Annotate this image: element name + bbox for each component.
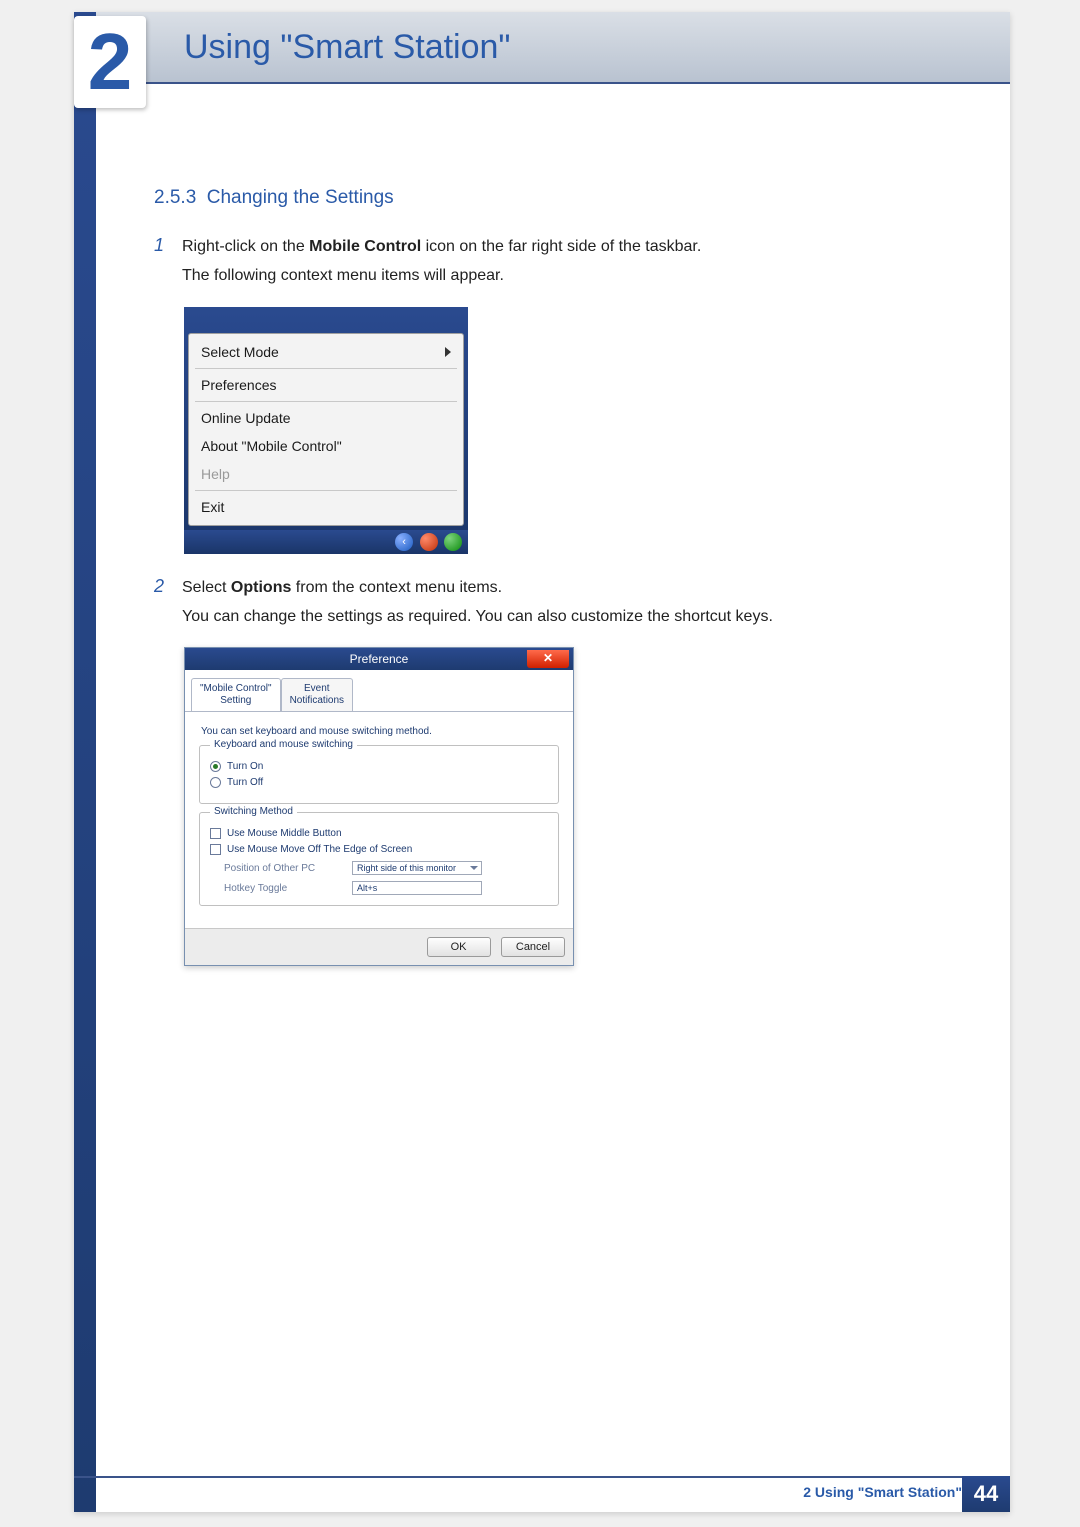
radio-turn-off[interactable]	[210, 777, 221, 788]
submenu-arrow-icon	[445, 347, 451, 357]
group-switching-method-legend: Switching Method	[210, 806, 297, 817]
hotkey-label: Hotkey Toggle	[224, 883, 344, 894]
step-2-body: Select Options from the context menu ite…	[182, 574, 773, 632]
step-2-line2: You can change the settings as required.…	[182, 608, 773, 625]
taskbar-tray: ‹	[184, 530, 468, 554]
chapter-number: 2	[88, 22, 133, 102]
group-keyboard-mouse: Keyboard and mouse switching Turn On Tur…	[199, 745, 559, 804]
preference-body: You can set keyboard and mouse switching…	[185, 711, 573, 928]
radio-turn-off-label: Turn Off	[227, 777, 263, 788]
ctx-sep-1	[195, 368, 457, 369]
ctx-exit-label: Exit	[201, 499, 224, 515]
step-1-text-pre: Right-click on the	[182, 238, 309, 255]
ctx-about[interactable]: About "Mobile Control"	[189, 432, 463, 460]
ctx-select-mode-label: Select Mode	[201, 344, 279, 360]
step-1-body: Right-click on the Mobile Control icon o…	[182, 233, 701, 291]
step-2: 2 Select Options from the context menu i…	[154, 574, 954, 632]
tab-setting-l1: "Mobile Control"	[200, 683, 272, 694]
step-2-text-post: from the context menu items.	[291, 579, 502, 596]
check-moveoff-row[interactable]: Use Mouse Move Off The Edge of Screen	[210, 844, 548, 855]
page-footer: 2 Using "Smart Station" 44	[74, 1476, 1010, 1512]
step-2-bold: Options	[231, 579, 291, 596]
position-label: Position of Other PC	[224, 863, 344, 874]
position-value: Right side of this monitor	[357, 863, 456, 873]
hotkey-value: Alt+s	[357, 883, 377, 893]
context-menu-screenshot: Select Mode Preferences Online Update Ab…	[184, 307, 468, 554]
preference-intro: You can set keyboard and mouse switching…	[201, 726, 563, 737]
hotkey-row: Hotkey Toggle Alt+s	[224, 881, 548, 895]
chapter-tab: 2	[74, 16, 146, 108]
check-moveoff-label: Use Mouse Move Off The Edge of Screen	[227, 844, 412, 855]
ctx-sep-2	[195, 401, 457, 402]
check-middle-row[interactable]: Use Mouse Middle Button	[210, 828, 548, 839]
ctx-help-label: Help	[201, 466, 230, 482]
radio-turn-off-row[interactable]: Turn Off	[210, 777, 548, 788]
step-2-number: 2	[154, 574, 168, 632]
tab-event-l2: Notifications	[290, 695, 344, 706]
radio-turn-on[interactable]	[210, 761, 221, 772]
ctx-help[interactable]: Help	[189, 460, 463, 488]
check-middle[interactable]	[210, 828, 221, 839]
ctx-sep-3	[195, 490, 457, 491]
group-switching-method: Switching Method Use Mouse Middle Button…	[199, 812, 559, 906]
radio-turn-on-label: Turn On	[227, 761, 263, 772]
step-2-text-pre: Select	[182, 579, 231, 596]
preference-footer: OK Cancel	[185, 928, 573, 965]
tray-arrow-icon[interactable]: ‹	[395, 533, 413, 551]
hotkey-field[interactable]: Alt+s	[352, 881, 482, 895]
section-number: 2.5.3	[154, 187, 196, 208]
tray-mobile-control-icon[interactable]	[420, 533, 438, 551]
ctx-select-mode[interactable]: Select Mode	[189, 338, 463, 366]
section-title: Changing the Settings	[207, 187, 394, 208]
close-icon: ✕	[543, 651, 553, 665]
page-number: 44	[962, 1476, 1010, 1512]
ctx-about-label: About "Mobile Control"	[201, 438, 342, 454]
step-1-number: 1	[154, 233, 168, 291]
context-menu: Select Mode Preferences Online Update Ab…	[188, 333, 464, 526]
position-row: Position of Other PC Right side of this …	[224, 861, 548, 875]
document-page: 2 Using "Smart Station" 2.5.3 Changing t…	[74, 12, 1010, 1512]
ctx-exit[interactable]: Exit	[189, 493, 463, 521]
tab-event-l1: Event	[304, 683, 330, 694]
left-stripe	[74, 12, 96, 1512]
step-1: 1 Right-click on the Mobile Control icon…	[154, 233, 954, 291]
step-1-line2: The following context menu items will ap…	[182, 267, 504, 284]
ctx-preferences[interactable]: Preferences	[189, 371, 463, 399]
preference-tabs: "Mobile Control" Setting Event Notificat…	[185, 670, 573, 711]
position-dropdown[interactable]: Right side of this monitor	[352, 861, 482, 875]
step-1-text-post: icon on the far right side of the taskba…	[421, 238, 701, 255]
content-area: 2.5.3 Changing the Settings 1 Right-clic…	[154, 187, 954, 986]
tab-setting[interactable]: "Mobile Control" Setting	[191, 678, 281, 711]
footer-line	[74, 1476, 1010, 1478]
ok-button[interactable]: OK	[427, 937, 491, 957]
ctx-online-update[interactable]: Online Update	[189, 404, 463, 432]
header-line	[74, 82, 1010, 84]
step-1-bold: Mobile Control	[309, 238, 421, 255]
check-moveoff[interactable]	[210, 844, 221, 855]
preference-dialog: Preference ✕ "Mobile Control" Setting Ev…	[184, 647, 574, 966]
section-heading: 2.5.3 Changing the Settings	[154, 187, 954, 209]
preference-titlebar: Preference ✕	[185, 648, 573, 670]
tab-setting-l2: Setting	[220, 695, 251, 706]
preference-title-text: Preference	[350, 652, 409, 666]
ctx-preferences-label: Preferences	[201, 377, 276, 393]
tray-sync-icon[interactable]	[444, 533, 462, 551]
tab-event[interactable]: Event Notifications	[281, 678, 353, 711]
check-middle-label: Use Mouse Middle Button	[227, 828, 342, 839]
chapter-title: Using "Smart Station"	[184, 28, 511, 67]
footer-label: 2 Using "Smart Station"	[803, 1484, 962, 1500]
cancel-button[interactable]: Cancel	[501, 937, 565, 957]
ctx-online-update-label: Online Update	[201, 410, 291, 426]
radio-turn-on-row[interactable]: Turn On	[210, 761, 548, 772]
close-button[interactable]: ✕	[527, 650, 569, 668]
group-keyboard-mouse-legend: Keyboard and mouse switching	[210, 739, 357, 750]
